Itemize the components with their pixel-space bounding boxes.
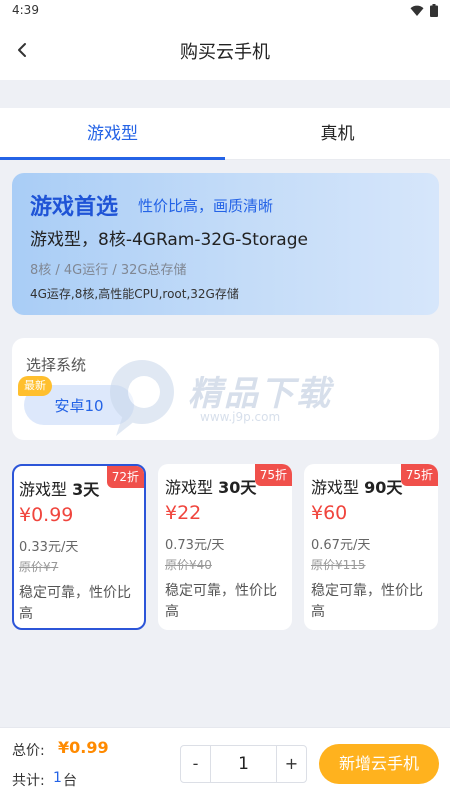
plan-original-price: 原价¥7 xyxy=(19,560,59,574)
watermark-logo-icon xyxy=(110,360,174,436)
plan-name: 游戏型 3天 xyxy=(19,476,99,500)
increment-button[interactable]: + xyxy=(276,746,306,782)
battery-icon xyxy=(430,4,438,17)
plan-price: ¥60 xyxy=(311,502,348,524)
device-count-value: 1 xyxy=(53,770,62,786)
banner-title: 游戏首选 xyxy=(30,195,119,220)
active-tab-indicator xyxy=(0,157,225,160)
plan-card-3-days[interactable]: 游戏型 3天 72折 ¥0.99 0.33元/天 原价¥7 稳定可靠，性价比高 xyxy=(12,464,146,630)
product-banner: 游戏首选 性价比高，画质清晰 游戏型，8核-4GRam-32G-Storage … xyxy=(12,173,439,315)
tab-gaming[interactable]: 游戏型 xyxy=(0,108,225,160)
plan-daily-price: 0.33元/天 xyxy=(19,540,79,555)
plan-original-price: 原价¥115 xyxy=(311,558,366,572)
watermark-url: www.j9p.com xyxy=(200,410,281,424)
plan-name: 游戏型 90天 xyxy=(311,474,402,498)
plan-card-30-days[interactable]: 游戏型 30天 75折 ¥22 0.73元/天 原价¥40 稳定可靠，性价比高 xyxy=(158,464,292,630)
plan-description: 稳定可靠，性价比高 xyxy=(311,583,423,620)
plan-daily-price: 0.73元/天 xyxy=(165,538,225,553)
banner-slogan: 性价比高，画质清晰 xyxy=(138,197,274,215)
wifi-icon xyxy=(410,5,424,16)
discount-badge: 75折 xyxy=(254,464,292,486)
plan-card-90-days[interactable]: 游戏型 90天 75折 ¥60 0.67元/天 原价¥115 稳定可靠，性价比高 xyxy=(304,464,438,630)
device-count-unit: 台 xyxy=(63,773,77,789)
discount-badge: 75折 xyxy=(400,464,438,486)
add-cloud-phone-button[interactable]: 新增云手机 xyxy=(319,744,439,784)
tab-real-device[interactable]: 真机 xyxy=(225,108,450,160)
total-price-label: 总价: xyxy=(12,743,45,759)
plan-type-tabs: 游戏型 真机 xyxy=(0,108,450,160)
plan-name-prefix: 游戏型 xyxy=(165,478,219,497)
watermark: 精品下载 www.j9p.com xyxy=(100,352,360,442)
plan-duration: 3天 xyxy=(72,480,100,499)
watermark-text: 精品下载 xyxy=(188,374,332,414)
plan-description: 稳定可靠，性价比高 xyxy=(19,585,131,622)
plan-price: ¥0.99 xyxy=(19,504,74,526)
banner-specs: 8核 / 4G运行 / 32G总存储 xyxy=(30,263,187,278)
status-bar: 4:39 xyxy=(0,0,450,22)
quantity-input[interactable]: 1 xyxy=(211,746,276,782)
discount-badge: 72折 xyxy=(106,466,144,488)
status-time: 4:39 xyxy=(12,3,39,17)
app-header: 购买云手机 xyxy=(0,22,450,80)
quantity-stepper: - 1 + xyxy=(180,745,307,783)
plan-daily-price: 0.67元/天 xyxy=(311,538,371,553)
plan-duration: 90天 xyxy=(364,478,403,497)
total-price-value: ¥0.99 xyxy=(58,738,109,757)
page-title: 购买云手机 xyxy=(180,42,270,63)
plan-price: ¥22 xyxy=(165,502,202,524)
plan-original-price: 原价¥40 xyxy=(165,558,212,572)
system-select-label: 选择系统 xyxy=(26,356,87,374)
new-badge: 最新 xyxy=(18,376,52,396)
plan-description: 稳定可靠，性价比高 xyxy=(165,583,277,620)
plan-duration: 30天 xyxy=(218,478,257,497)
plan-name-prefix: 游戏型 xyxy=(19,480,73,499)
checkout-bar: 总价: ¥0.99 共计: 1 台 - 1 + 新增云手机 xyxy=(0,727,450,800)
banner-detail: 4G运存,8核,高性能CPU,root,32G存储 xyxy=(30,287,239,301)
banner-subtitle: 游戏型，8核-4GRam-32G-Storage xyxy=(30,230,308,250)
decrement-button[interactable]: - xyxy=(181,746,211,782)
plan-name-prefix: 游戏型 xyxy=(311,478,365,497)
status-icons xyxy=(410,4,438,17)
plan-name: 游戏型 30天 xyxy=(165,474,256,498)
device-count-label: 共计: xyxy=(12,773,45,789)
